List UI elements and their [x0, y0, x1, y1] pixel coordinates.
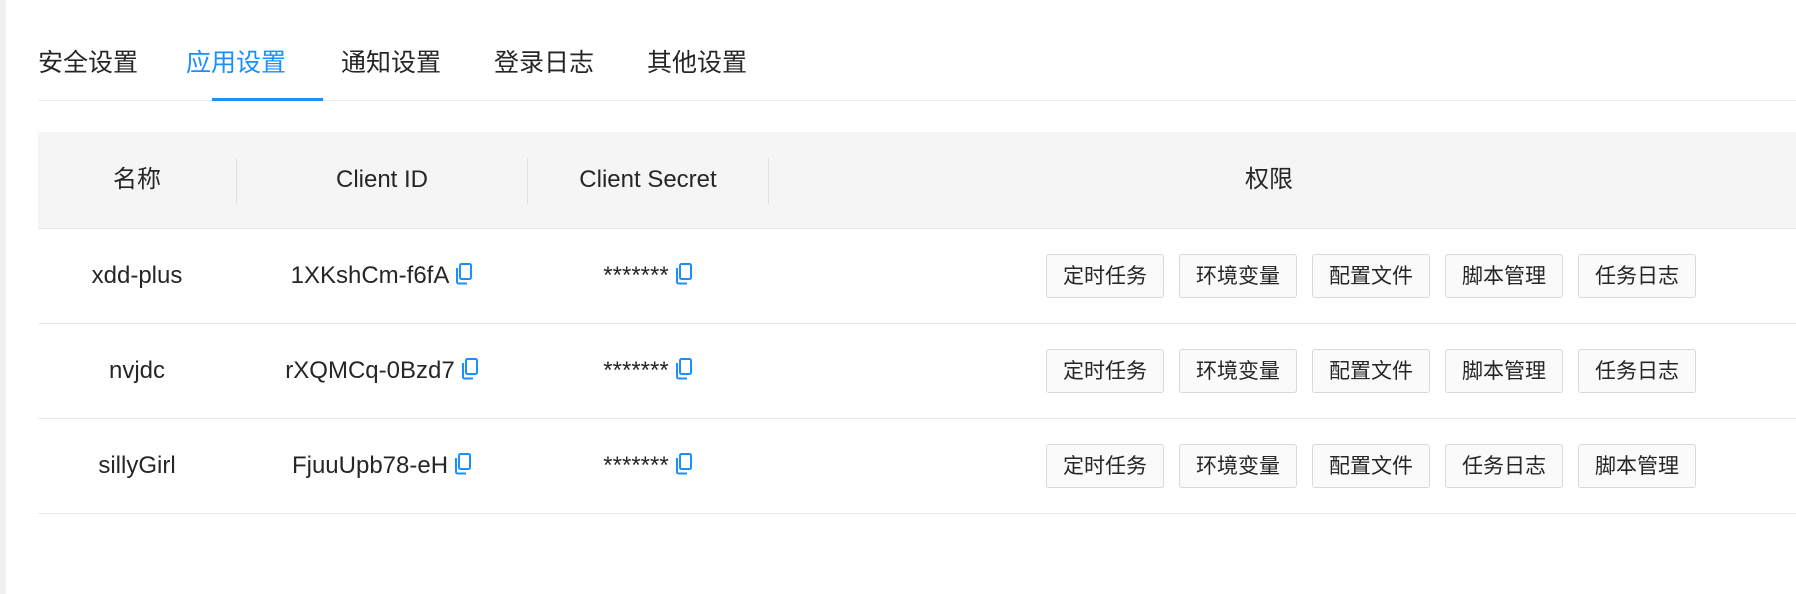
permission-tag: 定时任务: [1046, 444, 1164, 488]
copy-icon[interactable]: [461, 357, 479, 380]
table-row: nvjdc rXQMCq-0Bzd7 ******* 定时任务 环境变量 配置文…: [38, 324, 1796, 419]
permission-tag: 脚本管理: [1445, 254, 1563, 298]
client-id-cell: rXQMCq-0Bzd7: [237, 324, 527, 418]
tab-security[interactable]: 安全设置: [38, 48, 138, 78]
copy-icon[interactable]: [675, 357, 693, 380]
left-edge-divider: [0, 0, 6, 594]
permission-tag: 定时任务: [1046, 349, 1164, 393]
permission-tag: 环境变量: [1179, 349, 1297, 393]
client-secret-value: *******: [603, 452, 669, 479]
table-header: 名称 Client ID Client Secret 权限: [38, 132, 1796, 229]
client-secret-cell: *******: [528, 419, 768, 513]
app-settings-page: 安全设置 应用设置 通知设置 登录日志 其他设置 名称 Client ID Cl…: [0, 0, 1796, 594]
copy-icon[interactable]: [455, 262, 473, 285]
tab-app-settings[interactable]: 应用设置: [186, 48, 286, 78]
copy-icon[interactable]: [675, 262, 693, 285]
client-id-cell: FjuuUpb78-eH: [237, 419, 527, 513]
client-id-cell: 1XKshCm-f6fA: [237, 229, 527, 323]
permissions-cell: 定时任务 环境变量 配置文件 脚本管理 任务日志: [1046, 229, 1696, 323]
column-header-name: 名称: [113, 166, 161, 193]
client-secret-cell: *******: [528, 229, 768, 323]
column-header-permissions: 权限: [1245, 166, 1293, 193]
permission-tag: 任务日志: [1578, 349, 1696, 393]
app-name: sillyGirl: [98, 452, 176, 479]
permission-tag: 配置文件: [1312, 254, 1430, 298]
tab-notifications[interactable]: 通知设置: [341, 48, 441, 78]
permission-tag: 环境变量: [1179, 444, 1297, 488]
app-name: nvjdc: [108, 357, 166, 384]
tab-login-log[interactable]: 登录日志: [494, 48, 594, 78]
client-secret-value: *******: [603, 357, 669, 384]
app-name: xdd-plus: [91, 262, 183, 289]
table-row: xdd-plus 1XKshCm-f6fA ******* 定时任务 环境变量 …: [38, 229, 1796, 324]
copy-icon[interactable]: [454, 452, 472, 475]
client-secret-cell: *******: [528, 324, 768, 418]
column-header-client-secret: Client Secret: [579, 166, 717, 193]
table-row: sillyGirl FjuuUpb78-eH ******* 定时任务 环境变量…: [38, 419, 1796, 514]
permission-tag: 脚本管理: [1578, 444, 1696, 488]
column-header-client-id: Client ID: [335, 166, 429, 193]
copy-icon[interactable]: [675, 452, 693, 475]
client-secret-value: *******: [603, 262, 669, 289]
client-id-value: FjuuUpb78-eH: [291, 452, 449, 479]
client-id-value: rXQMCq-0Bzd7: [285, 357, 455, 384]
settings-tabs: 安全设置 应用设置 通知设置 登录日志 其他设置: [38, 28, 1796, 101]
client-id-value: 1XKshCm-f6fA: [290, 262, 450, 289]
permission-tag: 任务日志: [1445, 444, 1563, 488]
permission-tag: 定时任务: [1046, 254, 1164, 298]
permission-tag: 配置文件: [1312, 444, 1430, 488]
permissions-cell: 定时任务 环境变量 配置文件 脚本管理 任务日志: [1046, 324, 1696, 418]
permission-tag: 环境变量: [1179, 254, 1297, 298]
permissions-cell: 定时任务 环境变量 配置文件 任务日志 脚本管理: [1046, 419, 1696, 513]
permission-tag: 任务日志: [1578, 254, 1696, 298]
tab-other-settings[interactable]: 其他设置: [647, 48, 747, 78]
active-tab-indicator: [212, 98, 323, 101]
permission-tag: 配置文件: [1312, 349, 1430, 393]
apps-table: 名称 Client ID Client Secret 权限 xdd-plus 1…: [38, 132, 1796, 514]
permission-tag: 脚本管理: [1445, 349, 1563, 393]
